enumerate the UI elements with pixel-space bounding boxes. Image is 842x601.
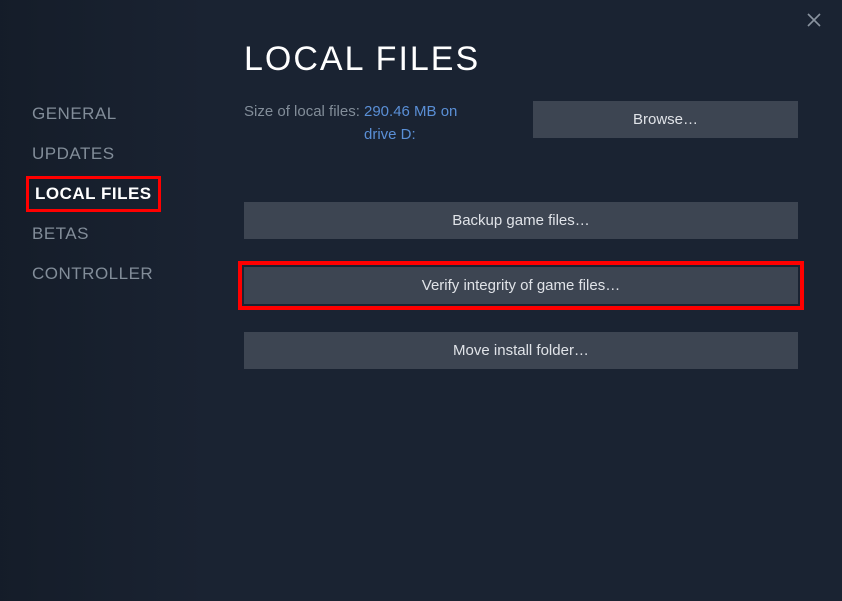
close-icon[interactable] <box>806 12 826 32</box>
page-title: LOCAL FILES <box>244 40 798 79</box>
sidebar-item-general[interactable]: GENERAL <box>26 96 123 132</box>
size-info-row: Size of local files: 290.46 MB on drive … <box>244 101 798 146</box>
size-value-link[interactable]: 290.46 MB on drive D: <box>364 101 504 146</box>
backup-button[interactable]: Backup game files… <box>244 202 798 239</box>
main-panel: LOCAL FILES Size of local files: 290.46 … <box>210 0 842 601</box>
action-buttons: Backup game files… Verify integrity of g… <box>244 202 798 369</box>
browse-button[interactable]: Browse… <box>533 101 798 138</box>
move-button[interactable]: Move install folder… <box>244 332 798 369</box>
sidebar-item-betas[interactable]: BETAS <box>26 216 95 252</box>
verify-button[interactable]: Verify integrity of game files… <box>244 267 798 304</box>
size-value-line1: 290.46 MB on <box>364 101 504 124</box>
sidebar: GENERAL UPDATES LOCAL FILES BETAS CONTRO… <box>0 0 210 601</box>
size-value-line2: drive D: <box>364 124 504 147</box>
size-label: Size of local files: <box>244 101 364 124</box>
sidebar-item-local-files[interactable]: LOCAL FILES <box>26 176 161 212</box>
sidebar-item-controller[interactable]: CONTROLLER <box>26 256 159 292</box>
window-container: GENERAL UPDATES LOCAL FILES BETAS CONTRO… <box>0 0 842 601</box>
sidebar-item-updates[interactable]: UPDATES <box>26 136 121 172</box>
